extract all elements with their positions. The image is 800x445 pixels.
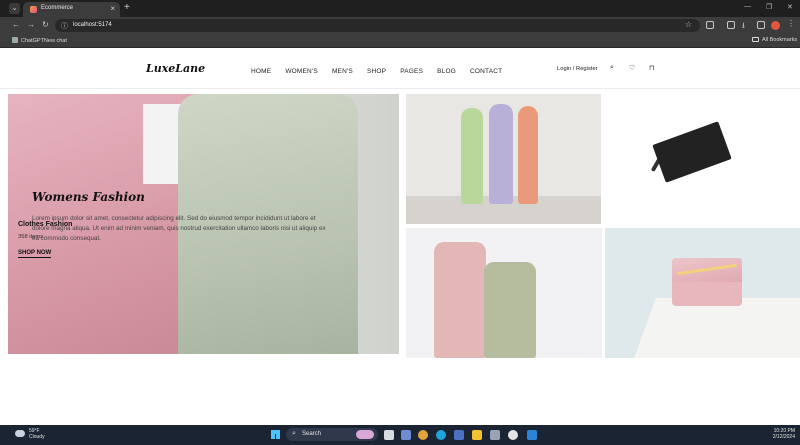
cart-bag-icon[interactable]: ⊓	[649, 64, 654, 72]
nav-contact[interactable]: CONTACT	[470, 68, 502, 75]
calculator-icon[interactable]	[454, 430, 464, 440]
vscode-icon[interactable]	[527, 430, 537, 440]
site-info-icon[interactable]: ⓘ	[61, 21, 68, 31]
weather-widget[interactable]: 59°F Cloudy	[29, 428, 45, 440]
nav-womens[interactable]: WOMEN'S	[285, 68, 318, 75]
browser-tab[interactable]: Ecommerce ×	[23, 2, 120, 17]
system-clock[interactable]: 10:20 PM 2/12/2024	[765, 428, 795, 440]
folder-icon	[752, 37, 759, 42]
minimize-icon[interactable]: —	[744, 3, 751, 10]
nav-mens[interactable]: MEN'S	[332, 68, 353, 75]
bookmark-label: ChatGPTNew chat	[21, 38, 67, 44]
window-close-icon[interactable]: ✕	[787, 3, 793, 11]
child-pink-sweater	[434, 242, 486, 358]
back-icon[interactable]: ←	[12, 20, 20, 29]
shop-now-link[interactable]: SHOP NOW	[18, 250, 52, 258]
tile-cosmetics[interactable]	[605, 94, 800, 224]
bookmarks-bar: ChatGPTNew chat All Bookmarks	[0, 34, 800, 48]
task-view-icon[interactable]	[384, 430, 394, 440]
main-nav: HOME WOMEN'S MEN'S SHOP PAGES BLOG CONTA…	[251, 68, 516, 75]
taskbar-search-label: Search	[302, 431, 322, 437]
hero-category: Clothes Fashion	[18, 221, 73, 228]
windows-start-icon[interactable]	[271, 430, 280, 439]
bookmark-chatgpt[interactable]: ChatGPTNew chat	[12, 37, 67, 44]
search-icon: ⌕	[292, 430, 296, 437]
child-green-sweater	[484, 262, 536, 358]
os-taskbar: 59°F Cloudy ⌕ Search 10:20 PM 2/12/2024	[0, 425, 800, 445]
tab-close-icon[interactable]: ×	[110, 4, 115, 13]
forward-icon[interactable]: →	[27, 20, 35, 29]
storage-icon[interactable]	[490, 430, 500, 440]
wishlist-heart-icon[interactable]: ♡	[629, 64, 635, 72]
hero-item-count: 358 items	[18, 234, 44, 240]
search-highlight-icon	[356, 430, 374, 439]
hero-image-shirt	[143, 104, 183, 184]
tile-accessories[interactable]	[605, 228, 800, 358]
browser-menu-icon[interactable]: ⋮	[787, 19, 795, 28]
chrome-icon[interactable]	[418, 430, 428, 440]
nav-pages[interactable]: PAGES	[400, 68, 423, 75]
address-bar[interactable]: ⓘ localhost:5174 ☆	[55, 19, 700, 32]
nav-home[interactable]: HOME	[251, 68, 271, 75]
hero-banner: Womens Fashion Lorem ipsum dolor sit ame…	[8, 94, 399, 354]
clock-date: 2/12/2024	[772, 434, 795, 440]
media-icon[interactable]	[727, 21, 735, 29]
nav-shop[interactable]: SHOP	[367, 68, 386, 75]
weather-condition: Cloudy	[29, 434, 45, 440]
login-register-link[interactable]: Login / Register	[557, 66, 598, 72]
hero-description: Lorem ipsum dolor sit amet, consectetur …	[32, 215, 326, 242]
hero-title: Womens Fashion	[32, 190, 145, 204]
new-tab-icon[interactable]: +	[124, 2, 130, 13]
nav-blog[interactable]: BLOG	[437, 68, 456, 75]
taskbar-search[interactable]: ⌕ Search	[286, 428, 378, 441]
profile-avatar[interactable]	[771, 21, 780, 30]
model-green	[461, 108, 483, 204]
chatgpt-icon	[12, 37, 18, 43]
side-panel-icon[interactable]	[757, 21, 765, 29]
tab-search-icon[interactable]: ⌄	[9, 3, 20, 14]
browser-tabbar: ⌄ Ecommerce × + — ❐ ✕	[0, 0, 800, 17]
tile-kids-fashion[interactable]	[406, 228, 602, 358]
site-header: LuxeLane HOME WOMEN'S MEN'S SHOP PAGES B…	[0, 49, 800, 89]
address-url: localhost:5174	[73, 22, 112, 28]
chat-icon[interactable]	[401, 430, 411, 440]
model-lilac	[489, 104, 513, 204]
eyeshadow-palette	[652, 121, 732, 183]
reload-icon[interactable]: ↻	[42, 20, 49, 29]
all-bookmarks[interactable]: All Bookmarks	[752, 37, 797, 43]
tile-mens-fashion[interactable]	[406, 94, 601, 224]
bookmark-star-icon[interactable]: ☆	[685, 20, 692, 29]
model-coral	[518, 106, 538, 204]
cloud-icon	[15, 430, 25, 437]
edge-icon[interactable]	[436, 430, 446, 440]
all-bookmarks-label: All Bookmarks	[762, 37, 798, 43]
search-icon[interactable]: ⌕	[610, 64, 614, 72]
maximize-icon[interactable]: ❐	[766, 3, 772, 11]
browser-toolbar: ← → ↻ ⓘ localhost:5174 ☆ ⭳ ⋮	[0, 17, 800, 34]
pink-handbag	[672, 258, 742, 306]
download-icon[interactable]: ⭳	[742, 20, 745, 34]
file-explorer-icon[interactable]	[472, 430, 482, 440]
tab-title: Ecommerce	[41, 5, 74, 11]
site-logo[interactable]: LuxeLane	[146, 62, 205, 75]
extensions-icon[interactable]	[706, 21, 714, 29]
download-app-icon[interactable]	[508, 430, 518, 440]
tab-favicon-icon	[30, 6, 37, 13]
display-plinth	[634, 298, 800, 358]
